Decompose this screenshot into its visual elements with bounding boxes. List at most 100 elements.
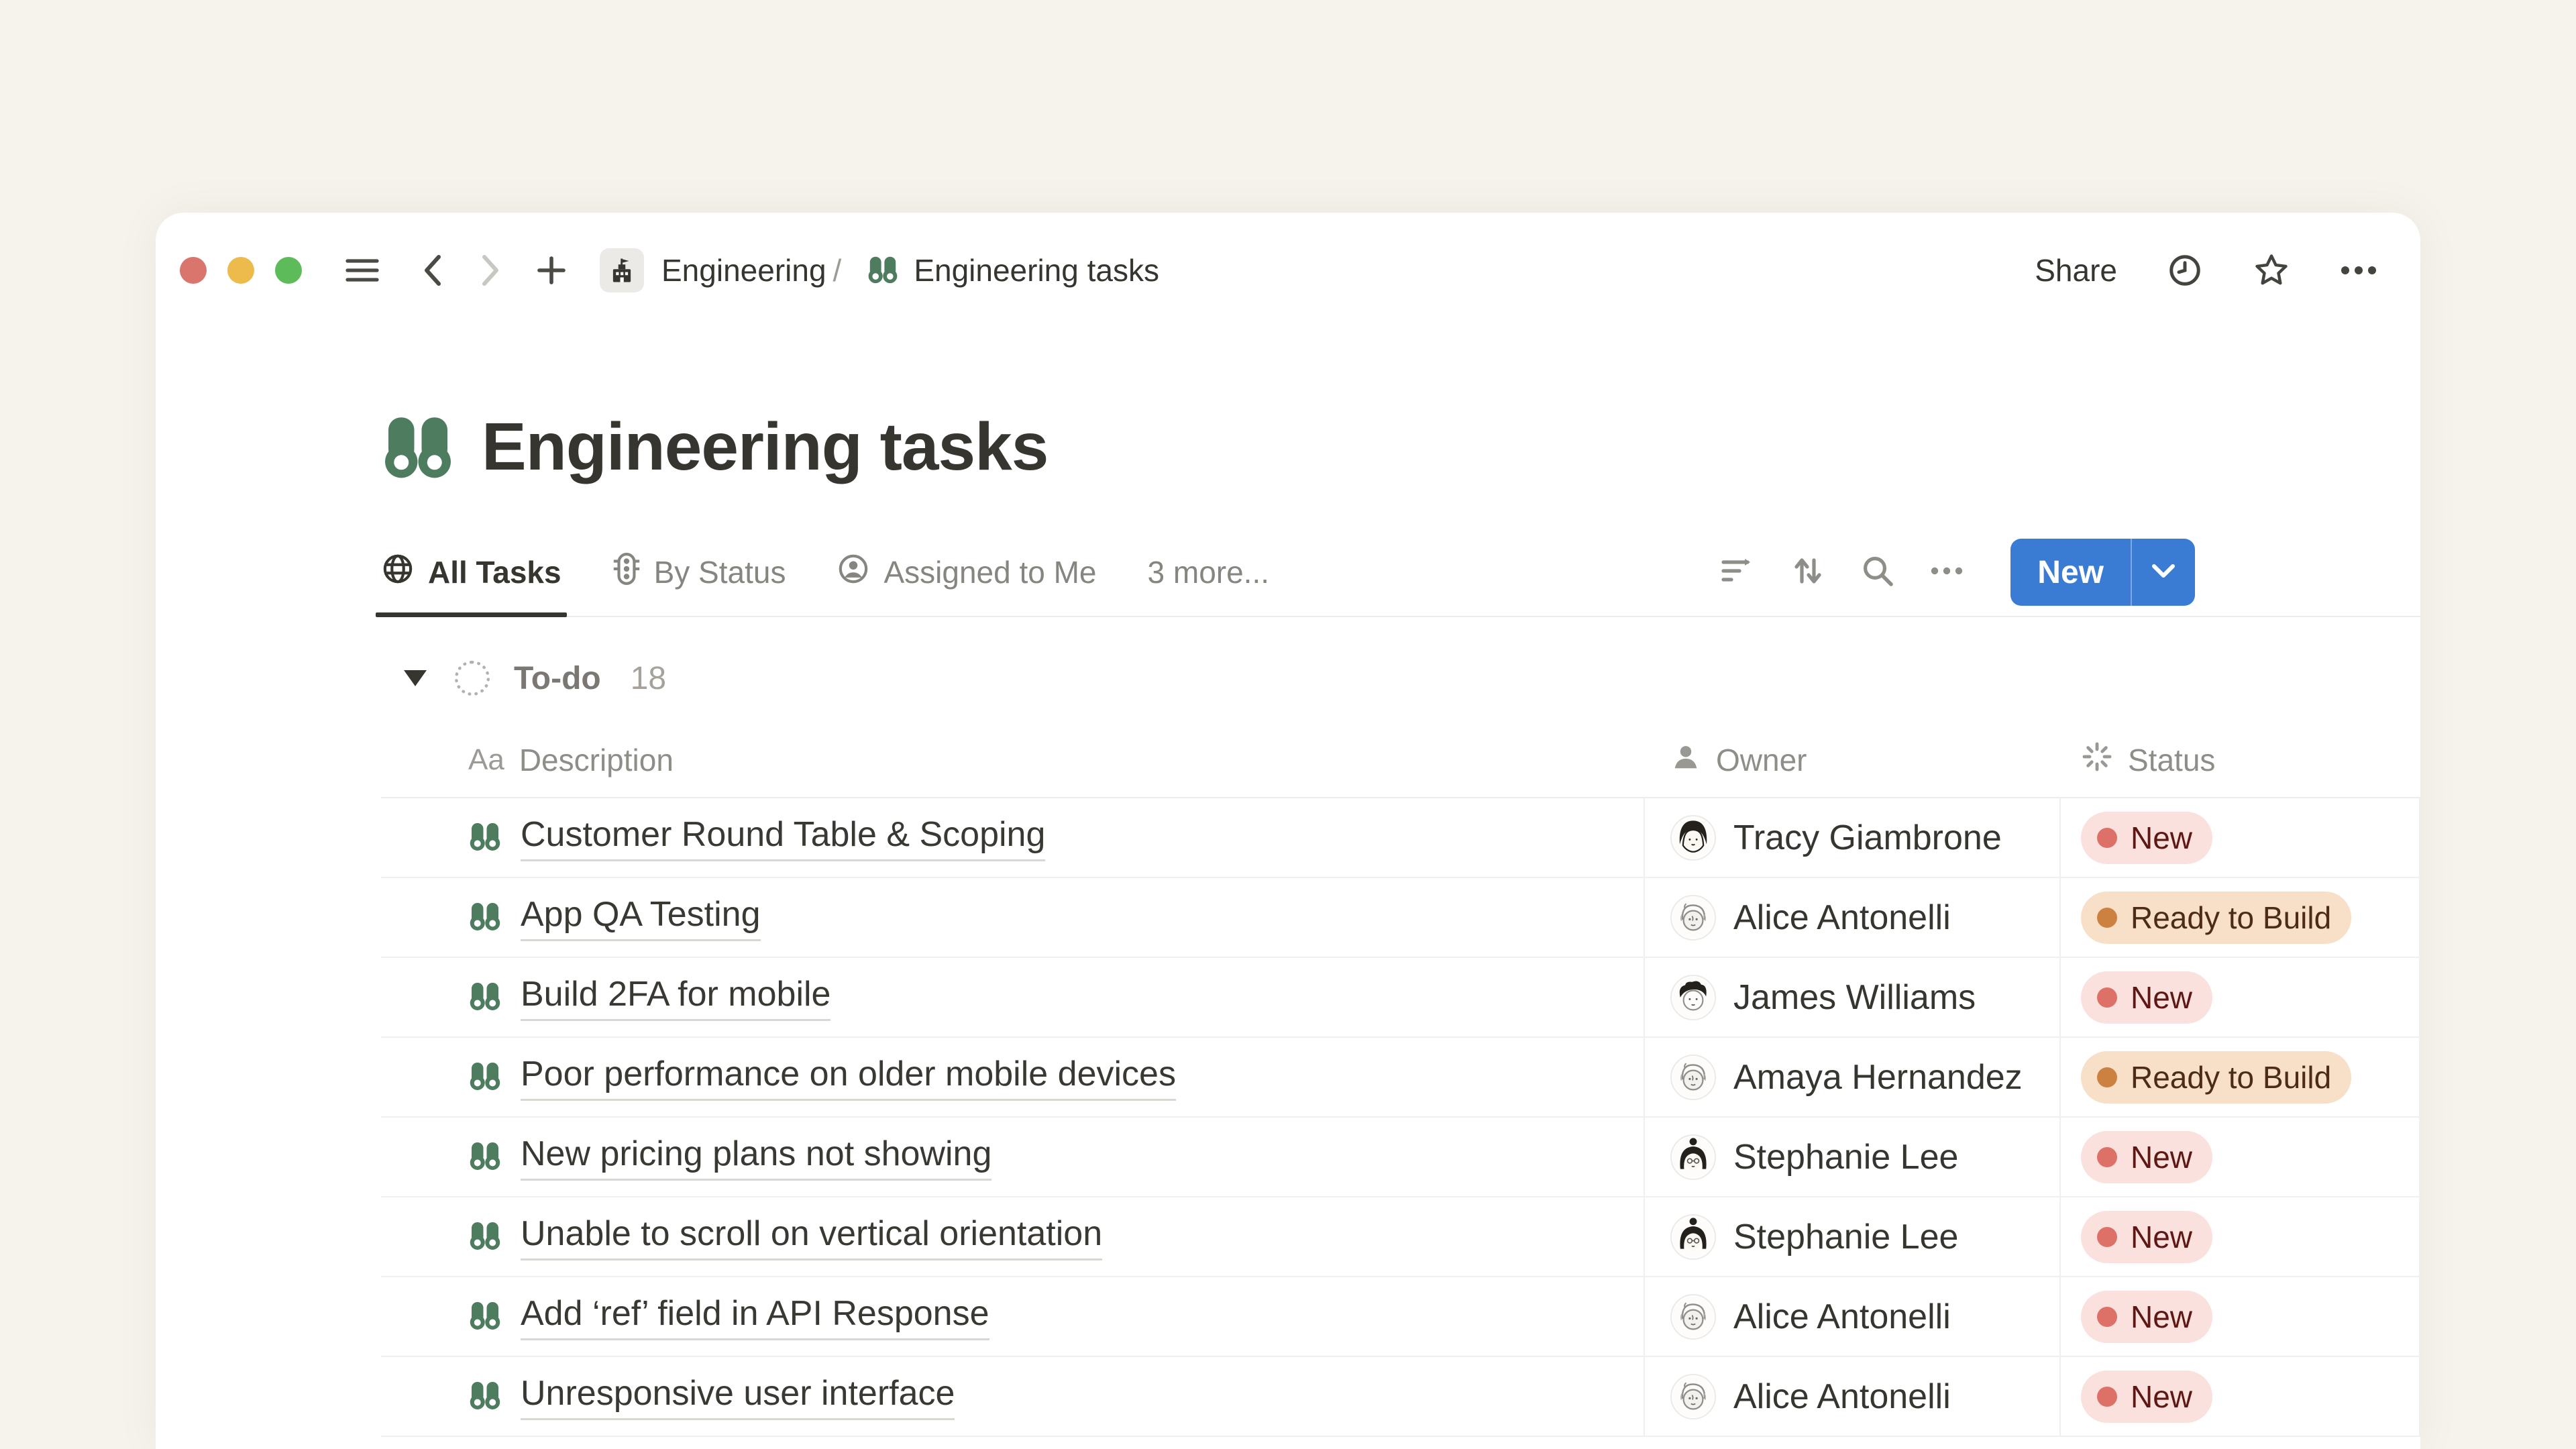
new-page-icon[interactable] [535, 254, 568, 286]
new-button[interactable]: New [2010, 539, 2131, 606]
favorite-star-icon[interactable] [2253, 252, 2290, 289]
description-cell[interactable]: Unable to scroll on vertical orientation [381, 1197, 1645, 1276]
status-badge[interactable]: New [2081, 1211, 2212, 1263]
breadcrumb-page[interactable]: Engineering tasks [914, 252, 1159, 288]
owner-cell[interactable]: Amaya Hernandez [1645, 1038, 2061, 1116]
task-title[interactable]: Poor performance on older mobile devices [521, 1054, 1176, 1101]
owner-cell[interactable]: Tracy Giambrone [1645, 798, 2061, 877]
tab-all-tasks[interactable]: All Tasks [381, 529, 561, 616]
owner-cell[interactable]: Alice Antonelli [1645, 1277, 2061, 1356]
status-badge[interactable]: New [2081, 1371, 2212, 1423]
person-icon [1670, 741, 1701, 780]
owner-cell[interactable]: Stephanie Lee [1645, 1118, 2061, 1196]
table-header-row: Aa Description Owner Status [381, 723, 2420, 798]
more-options-icon[interactable] [2340, 264, 2377, 277]
status-label: New [2131, 1219, 2192, 1255]
status-cell[interactable]: New [2061, 798, 2420, 877]
page-title: Engineering tasks [482, 409, 1048, 486]
updates-clock-icon[interactable] [2167, 252, 2203, 288]
owner-cell[interactable]: Alice Antonelli [1645, 1357, 2061, 1436]
share-button[interactable]: Share [2035, 252, 2117, 288]
tab-assigned-to-me[interactable]: Assigned to Me [837, 529, 1096, 616]
collapse-triangle-icon[interactable] [404, 670, 427, 686]
workspace-page-icon[interactable] [600, 248, 644, 292]
description-cell[interactable]: App QA Testing [381, 878, 1645, 957]
group-name[interactable]: To-do [514, 660, 601, 697]
owner-cell[interactable]: Alice Antonelli [1645, 878, 2061, 957]
task-title[interactable]: Add ‘ref’ field in API Response [521, 1293, 989, 1340]
chevron-down-icon [2151, 562, 2176, 583]
status-badge[interactable]: Ready to Build [2081, 892, 2351, 944]
breadcrumb-workspace[interactable]: Engineering/ [661, 252, 847, 288]
status-cell[interactable]: New [2061, 958, 2420, 1036]
sort-icon[interactable] [1790, 553, 1825, 592]
task-title[interactable]: Unresponsive user interface [521, 1373, 955, 1420]
status-cell[interactable]: Ready to Build [2061, 1038, 2420, 1116]
description-cell[interactable]: Build 2FA for mobile [381, 958, 1645, 1036]
owner-cell[interactable]: James Williams [1645, 958, 2061, 1036]
new-dropdown-button[interactable] [2132, 539, 2195, 606]
status-dot-icon [2097, 908, 2117, 928]
description-cell[interactable]: Unresponsive user interface [381, 1357, 1645, 1436]
table-row: Add ‘ref’ field in API Response Alice An… [381, 1277, 2420, 1357]
status-dot-icon [2097, 828, 2117, 848]
close-window-button[interactable] [180, 257, 207, 284]
owner-name: Alice Antonelli [1733, 1297, 1951, 1337]
task-title[interactable]: App QA Testing [521, 894, 761, 941]
table-row: Build 2FA for mobile James Williams New [381, 958, 2420, 1038]
status-cell[interactable]: New [2061, 1197, 2420, 1276]
description-cell[interactable]: Add ‘ref’ field in API Response [381, 1277, 1645, 1356]
owner-name: Tracy Giambrone [1733, 818, 2002, 858]
column-header-owner[interactable]: Owner [1645, 723, 2061, 797]
view-options-icon[interactable] [1930, 565, 1964, 580]
avatar [1670, 1134, 1716, 1180]
status-label: New [2131, 979, 2192, 1016]
status-badge[interactable]: Ready to Build [2081, 1051, 2351, 1104]
avatar [1670, 895, 1716, 941]
group-count: 18 [631, 660, 666, 697]
status-cell[interactable]: New [2061, 1277, 2420, 1356]
table-row: New pricing plans not showing Stephanie … [381, 1118, 2420, 1197]
task-title[interactable]: New pricing plans not showing [521, 1134, 991, 1181]
column-header-description[interactable]: Aa Description [381, 723, 1645, 797]
status-badge[interactable]: New [2081, 971, 2212, 1024]
zoom-window-button[interactable] [275, 257, 302, 284]
status-cell[interactable]: New [2061, 1118, 2420, 1196]
description-cell[interactable]: Poor performance on older mobile devices [381, 1038, 1645, 1116]
page-header: Engineering tasks [381, 409, 2420, 486]
avatar [1670, 1055, 1716, 1100]
back-icon[interactable] [419, 253, 445, 288]
forward-icon[interactable] [478, 253, 504, 288]
status-label: New [2131, 820, 2192, 856]
binoculars-icon[interactable] [381, 409, 455, 486]
table-row: Unable to scroll on vertical orientation… [381, 1197, 2420, 1277]
sidebar-toggle-icon[interactable] [345, 256, 380, 285]
text-icon: Aa [468, 743, 504, 777]
owner-cell[interactable]: Stephanie Lee [1645, 1197, 2061, 1276]
filter-icon[interactable] [1719, 555, 1756, 590]
globe-icon [381, 552, 415, 593]
status-cell[interactable]: Ready to Build [2061, 878, 2420, 957]
description-cell[interactable]: Customer Round Table & Scoping [381, 798, 1645, 877]
tab-label: By Status [654, 554, 786, 590]
table-row: Customer Round Table & Scoping Tracy Gia… [381, 798, 2420, 878]
owner-name: James Williams [1733, 977, 1976, 1018]
burst-icon [2081, 741, 2113, 780]
owner-name: Alice Antonelli [1733, 898, 1951, 938]
window-topbar: Engineering/ Engineering tasks Share [156, 213, 2420, 328]
status-badge[interactable]: New [2081, 1131, 2212, 1183]
status-badge[interactable]: New [2081, 812, 2212, 864]
task-title[interactable]: Build 2FA for mobile [521, 974, 830, 1021]
column-label: Description [519, 742, 674, 778]
column-header-status[interactable]: Status [2061, 723, 2420, 797]
more-views-link[interactable]: 3 more... [1148, 554, 1270, 590]
task-title[interactable]: Customer Round Table & Scoping [521, 814, 1045, 861]
task-title[interactable]: Unable to scroll on vertical orientation [521, 1214, 1102, 1260]
minimize-window-button[interactable] [227, 257, 254, 284]
search-icon[interactable] [1860, 553, 1895, 592]
status-badge[interactable]: New [2081, 1291, 2212, 1343]
binoculars-icon [867, 253, 899, 288]
tab-by-status[interactable]: By Status [612, 529, 786, 616]
description-cell[interactable]: New pricing plans not showing [381, 1118, 1645, 1196]
status-cell[interactable]: New [2061, 1357, 2420, 1436]
